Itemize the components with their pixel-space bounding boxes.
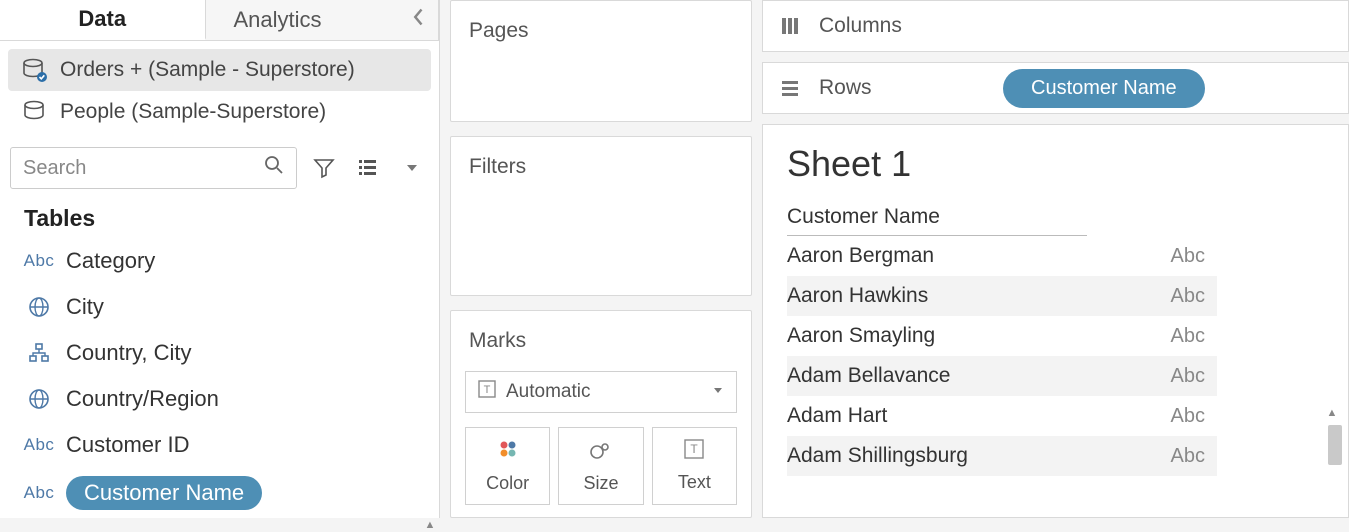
- globe-icon: [24, 296, 54, 318]
- abc-mark: Abc: [1171, 325, 1205, 348]
- field-label: City: [66, 292, 104, 322]
- svg-text:T: T: [484, 384, 491, 396]
- abc-icon: Abc: [24, 435, 54, 455]
- marks-label: Marks: [451, 311, 751, 371]
- abc-mark: Abc: [1171, 365, 1205, 388]
- scroll-up-icon[interactable]: ▲: [423, 518, 437, 532]
- field-label: Country/Region: [66, 384, 219, 414]
- dropdown-caret-icon[interactable]: [395, 151, 429, 185]
- abc-mark: Abc: [1171, 445, 1205, 468]
- datasource-label: People (Sample-Superstore): [60, 100, 326, 124]
- scrollbar-thumb[interactable]: [1328, 425, 1342, 465]
- cards-column: Pages Filters Marks T Automatic: [440, 0, 762, 518]
- globe-icon: [24, 388, 54, 410]
- field-label: Category: [66, 246, 155, 276]
- search-row: Search: [0, 141, 439, 195]
- search-input[interactable]: Search: [10, 147, 297, 189]
- search-icon: [264, 155, 284, 181]
- datasource-orders[interactable]: Orders + (Sample - Superstore): [8, 49, 431, 91]
- chevron-left-icon: [412, 7, 426, 33]
- database-icon: [22, 99, 48, 125]
- search-placeholder: Search: [23, 157, 86, 180]
- table-row[interactable]: Aaron Smayling Abc: [787, 316, 1217, 356]
- rows-icon: [779, 77, 805, 99]
- field-label: Customer Name: [66, 476, 262, 510]
- text-icon: T: [684, 439, 704, 464]
- marks-type-label: Automatic: [506, 381, 590, 403]
- datasource-people[interactable]: People (Sample-Superstore): [0, 91, 439, 133]
- hierarchy-icon: [24, 342, 54, 364]
- worksheet-area: Columns Rows Customer Name Sheet 1 Custo…: [762, 0, 1349, 518]
- marks-size-label: Size: [583, 473, 618, 494]
- pages-label: Pages: [451, 1, 751, 61]
- sidebar-tabs: Data Analytics: [0, 0, 439, 41]
- abc-mark: Abc: [1171, 405, 1205, 428]
- marks-color-label: Color: [486, 473, 529, 494]
- database-icon: [22, 57, 48, 83]
- tab-data-label: Data: [78, 6, 126, 32]
- field-label: Country, City: [66, 338, 192, 368]
- tab-data[interactable]: Data: [0, 0, 206, 40]
- marks-card: Marks T Automatic: [450, 310, 752, 518]
- tab-analytics-label: Analytics: [234, 7, 322, 33]
- field-country-city[interactable]: Country, City: [0, 330, 427, 376]
- dropdown-caret-icon: [712, 381, 724, 403]
- abc-mark: Abc: [1171, 285, 1205, 308]
- datasource-label: Orders + (Sample - Superstore): [60, 58, 355, 82]
- field-customer-id[interactable]: Abc Customer ID: [0, 422, 427, 468]
- fields-list: Abc Category City Country, City Country: [0, 238, 439, 518]
- data-pane: Data Analytics Orders +: [0, 0, 440, 518]
- abc-icon: Abc: [24, 251, 54, 271]
- pages-card[interactable]: Pages: [450, 0, 752, 122]
- rows-label: Rows: [819, 76, 989, 100]
- tab-analytics[interactable]: Analytics: [206, 0, 440, 40]
- marks-text-label: Text: [678, 472, 711, 493]
- row-value: Aaron Hawkins: [787, 284, 928, 308]
- table-row[interactable]: Aaron Bergman Abc: [787, 236, 1217, 276]
- row-value: Adam Bellavance: [787, 364, 950, 388]
- field-country-region[interactable]: Country/Region: [0, 376, 427, 422]
- marks-grid: Color Size T Text: [465, 427, 737, 505]
- marks-type-select[interactable]: T Automatic: [465, 371, 737, 413]
- table-column-header: Customer Name: [787, 201, 1087, 236]
- columns-shelf[interactable]: Columns: [762, 0, 1349, 52]
- field-label: Customer ID: [66, 430, 189, 460]
- table-row[interactable]: Aaron Hawkins Abc: [787, 276, 1217, 316]
- field-customer-name[interactable]: Abc Customer Name: [0, 468, 427, 518]
- text-mark-icon: T: [478, 380, 496, 404]
- filters-card[interactable]: Filters: [450, 136, 752, 296]
- abc-mark: Abc: [1171, 245, 1205, 268]
- color-icon: [497, 438, 519, 465]
- size-icon: [589, 438, 613, 465]
- abc-icon: Abc: [24, 483, 54, 503]
- row-value: Adam Shillingsburg: [787, 444, 968, 468]
- rows-pill-customer-name[interactable]: Customer Name: [1003, 69, 1205, 108]
- datasource-list: Orders + (Sample - Superstore) People (S…: [0, 41, 439, 141]
- sheet-view: Sheet 1 Customer Name Aaron Bergman Abc …: [762, 124, 1349, 518]
- marks-size[interactable]: Size: [558, 427, 643, 505]
- field-city[interactable]: City: [0, 284, 427, 330]
- rows-shelf[interactable]: Rows Customer Name: [762, 62, 1349, 114]
- filter-icon[interactable]: [307, 151, 341, 185]
- marks-color[interactable]: Color: [465, 427, 550, 505]
- view-list-icon[interactable]: [351, 151, 385, 185]
- row-value: Aaron Smayling: [787, 324, 935, 348]
- table-row[interactable]: Adam Hart Abc: [787, 396, 1217, 436]
- sheet-title: Sheet 1: [787, 143, 1348, 185]
- columns-icon: [779, 15, 805, 37]
- table-row[interactable]: Adam Bellavance Abc: [787, 356, 1217, 396]
- svg-text:T: T: [691, 442, 699, 456]
- scroll-up-icon[interactable]: ▲: [1324, 405, 1340, 421]
- tables-header: Tables: [0, 195, 439, 238]
- field-category[interactable]: Abc Category: [0, 238, 427, 284]
- row-value: Adam Hart: [787, 404, 887, 428]
- table-body: Aaron Bergman Abc Aaron Hawkins Abc Aaro…: [787, 236, 1217, 476]
- filters-label: Filters: [451, 137, 751, 197]
- columns-label: Columns: [819, 14, 989, 38]
- row-value: Aaron Bergman: [787, 244, 934, 268]
- marks-text[interactable]: T Text: [652, 427, 737, 505]
- table-row[interactable]: Adam Shillingsburg Abc: [787, 436, 1217, 476]
